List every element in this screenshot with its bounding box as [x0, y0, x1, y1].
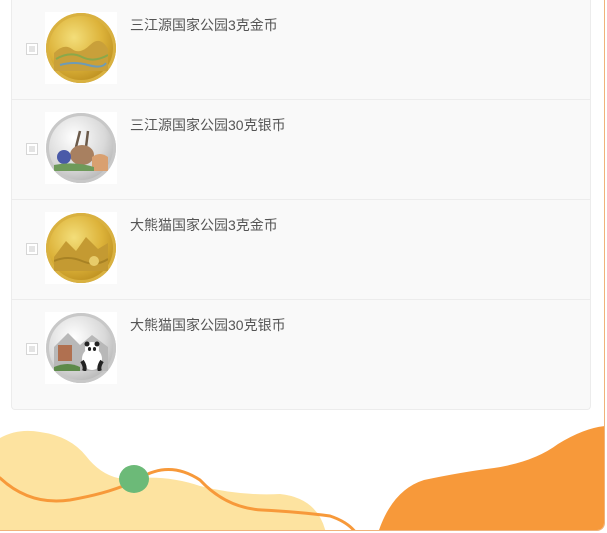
product-title[interactable]: 三江源国家公园3克金币 [130, 15, 278, 35]
mountain-icon [54, 237, 108, 271]
product-list: 三江源国家公园3克金币 三江源国家公园30克银币 大熊猫国家公园3克金币 大熊猫… [11, 0, 591, 410]
product-thumbnail[interactable] [45, 212, 117, 284]
product-title[interactable]: 三江源国家公园30克银币 [130, 115, 286, 135]
panda-icon [54, 333, 108, 371]
landscape-icon [54, 40, 108, 71]
item-checkbox[interactable] [26, 343, 38, 355]
list-item: 大熊猫国家公园30克银币 [12, 300, 590, 400]
list-item: 三江源国家公园30克银币 [12, 100, 590, 200]
product-title[interactable]: 大熊猫国家公园3克金币 [130, 215, 278, 235]
product-title[interactable]: 大熊猫国家公园30克银币 [130, 315, 286, 335]
list-item: 三江源国家公园3克金币 [12, 0, 590, 100]
decorative-waves [0, 426, 604, 530]
item-checkbox[interactable] [26, 143, 38, 155]
list-item: 大熊猫国家公园3克金币 [12, 200, 590, 300]
item-checkbox[interactable] [26, 43, 38, 55]
product-thumbnail[interactable] [45, 12, 117, 84]
page-frame: 三江源国家公园3克金币 三江源国家公园30克银币 大熊猫国家公园3克金币 大熊猫… [0, 0, 605, 531]
silver-coin-icon [46, 313, 116, 383]
gold-coin-icon [46, 213, 116, 283]
green-dot-icon [119, 465, 149, 493]
product-thumbnail[interactable] [45, 312, 117, 384]
item-checkbox[interactable] [26, 243, 38, 255]
antelope-icon [54, 130, 108, 171]
product-thumbnail[interactable] [45, 112, 117, 184]
gold-coin-icon [46, 13, 116, 83]
silver-coin-icon [46, 113, 116, 183]
